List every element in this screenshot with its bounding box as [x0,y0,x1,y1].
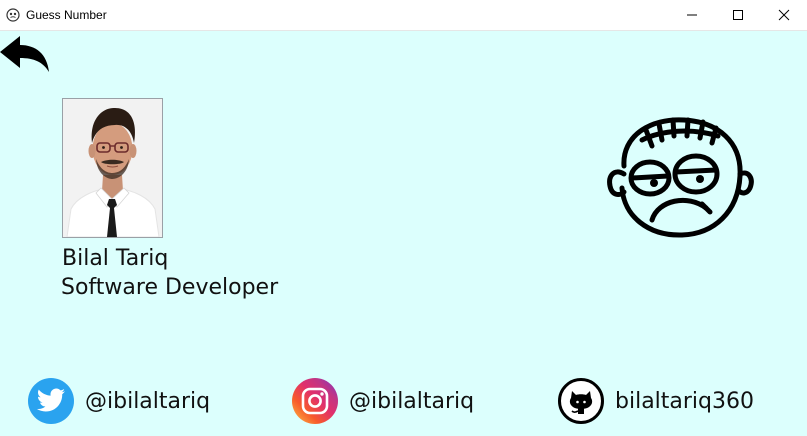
github-link[interactable]: bilaltariq360 [558,378,754,424]
twitter-link[interactable]: @ibilaltariq [28,378,210,424]
developer-portrait [63,99,162,237]
twitter-handle[interactable]: @ibilaltariq [85,389,210,414]
developer-name: Bilal Tariq [62,246,169,271]
app-window: Guess Number Bilal Tariq Software Develo… [0,0,807,436]
instagram-handle[interactable]: @ibilaltariq [349,389,474,414]
developer-role: Software Developer [61,275,279,300]
github-handle[interactable]: bilaltariq360 [615,389,754,414]
maximize-button[interactable] [715,0,761,30]
annoyed-face-icon [607,117,754,238]
maximize-icon [733,10,743,20]
minimize-icon [687,14,697,16]
back-arrow-icon[interactable] [0,34,52,74]
close-button[interactable] [761,0,807,30]
twitter-icon [28,378,74,424]
window-title: Guess Number [26,8,107,22]
github-icon [558,378,604,424]
title-bar: Guess Number [0,0,807,31]
app-icon [6,8,20,22]
about-page: Bilal Tariq Software Developer @ibilalta… [0,31,807,436]
close-icon [778,9,790,21]
instagram-link[interactable]: @ibilaltariq [292,378,474,424]
profile-photo [62,98,163,238]
minimize-button[interactable] [669,0,715,30]
instagram-icon [292,378,338,424]
